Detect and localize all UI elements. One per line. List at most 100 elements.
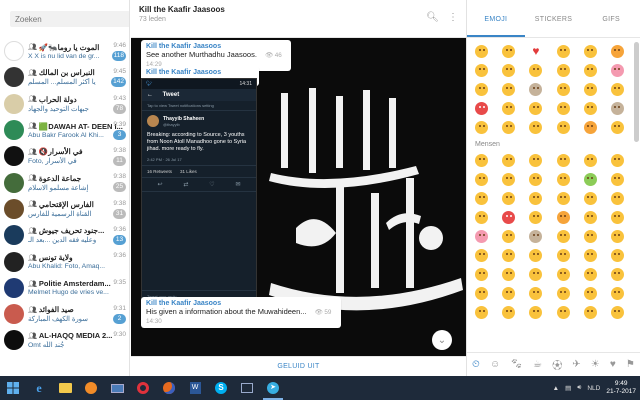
face-emoji-icon[interactable]: [556, 64, 570, 77]
face-emoji-icon[interactable]: [529, 230, 543, 243]
smiley-category-icon[interactable]: ☺︎: [490, 359, 500, 370]
tray-arrow-icon[interactable]: ▲: [553, 385, 559, 392]
face-emoji-icon[interactable]: [502, 192, 516, 205]
recent-icon[interactable]: ⏲︎: [472, 359, 480, 370]
face-emoji-icon[interactable]: [529, 211, 543, 224]
search-icon[interactable]: 🔍︎: [426, 12, 439, 23]
chat-list-item[interactable]: 👥︎ جماعة الدعوة إشاعة مسلمو الاسلام 9:38 25: [0, 169, 129, 195]
face-emoji-icon[interactable]: [475, 83, 488, 96]
opera-taskbar-icon[interactable]: [130, 376, 156, 400]
face-emoji-icon[interactable]: [529, 192, 543, 205]
face-emoji-icon[interactable]: [583, 211, 597, 224]
start-button[interactable]: [0, 376, 26, 400]
face-emoji-icon[interactable]: [610, 192, 624, 205]
face-emoji-icon[interactable]: [475, 230, 488, 243]
file-explorer-taskbar-icon[interactable]: [52, 376, 78, 400]
heart-emoji-icon[interactable]: ♥: [529, 45, 542, 58]
face-emoji-icon[interactable]: [556, 83, 570, 96]
face-emoji-icon[interactable]: [583, 64, 597, 77]
face-emoji-icon[interactable]: [475, 306, 488, 319]
chat-list-item[interactable]: 👥︎ دولة الحراب جبهات التوحيد والجهاد 9:43 78: [0, 91, 129, 117]
face-emoji-icon[interactable]: [556, 230, 570, 243]
face-emoji-icon[interactable]: [475, 268, 488, 281]
face-emoji-icon[interactable]: [529, 83, 543, 96]
volume-icon[interactable]: 🔊︎: [577, 384, 581, 392]
network-icon[interactable]: ▤: [565, 384, 571, 392]
chat-list-item[interactable]: 👥︎ جنود تحريف جيوش... وعليه فقه الدين ...ب…: [0, 222, 129, 248]
network-taskbar-icon[interactable]: [234, 376, 260, 400]
face-emoji-icon[interactable]: [610, 154, 624, 167]
face-emoji-icon[interactable]: [583, 306, 597, 319]
symbols-category-icon[interactable]: ♥︎: [610, 359, 616, 370]
scroll-down-button[interactable]: ⌄: [432, 330, 452, 350]
face-emoji-icon[interactable]: [583, 173, 597, 186]
face-emoji-icon[interactable]: [475, 45, 488, 58]
face-emoji-icon[interactable]: [529, 121, 543, 134]
face-emoji-icon[interactable]: [610, 102, 624, 115]
system-clock[interactable]: 9:49 21-7-2017: [606, 380, 636, 396]
face-emoji-icon[interactable]: [610, 83, 624, 96]
face-emoji-icon[interactable]: [529, 287, 543, 300]
face-emoji-icon[interactable]: [583, 45, 597, 58]
face-emoji-icon[interactable]: [502, 211, 516, 224]
message-bubble[interactable]: Kill the Kaafir Jaasoos His given a info…: [141, 297, 341, 328]
chat-list-item[interactable]: 👥︎ 🔇 في الأسرار Foto, في الأسرار 9:38 11: [0, 143, 129, 169]
tweet-screenshot-image[interactable]: 🐦︎ 14:31 ← Tweet Tap to view Tweet notif…: [141, 78, 257, 303]
chat-list-item[interactable]: 👥︎ Politie Amsterdam... Melmet Hugo de vri…: [0, 275, 129, 301]
face-emoji-icon[interactable]: [610, 268, 624, 281]
face-emoji-icon[interactable]: [583, 121, 597, 134]
message-sender[interactable]: Kill the Kaafir Jaasoos: [146, 43, 286, 50]
face-emoji-icon[interactable]: [529, 306, 543, 319]
face-emoji-icon[interactable]: [502, 102, 516, 115]
monitor-taskbar-icon[interactable]: [104, 376, 130, 400]
face-emoji-icon[interactable]: [475, 249, 488, 262]
face-emoji-icon[interactable]: [502, 287, 516, 300]
face-emoji-icon[interactable]: [475, 287, 488, 300]
animal-category-icon[interactable]: 🐾︎: [510, 359, 523, 370]
flags-category-icon[interactable]: ⚑︎: [626, 359, 635, 370]
chat-list-item[interactable]: 👥︎ 🚀🐜 الموت يا روما X X is nu lid van de gr…: [0, 38, 129, 64]
mute-button[interactable]: GELUID UIT: [277, 363, 319, 370]
keyboard-language[interactable]: NLD: [587, 385, 600, 392]
tab-stickers[interactable]: STICKERS: [525, 16, 583, 37]
face-emoji-icon[interactable]: [610, 173, 624, 186]
face-emoji-icon[interactable]: [583, 192, 597, 205]
face-emoji-icon[interactable]: [583, 249, 597, 262]
face-emoji-icon[interactable]: [583, 154, 597, 167]
chat-list-item[interactable]: 👥︎ ولاية تونس Abu Khalid: Foto, Amaq... 9:3…: [0, 248, 129, 274]
face-emoji-icon[interactable]: [475, 154, 488, 167]
tab-emoji[interactable]: EMOJI: [467, 16, 525, 37]
face-emoji-icon[interactable]: [502, 83, 516, 96]
face-emoji-icon[interactable]: [556, 45, 570, 58]
face-emoji-icon[interactable]: [610, 121, 624, 134]
face-emoji-icon[interactable]: [556, 121, 570, 134]
face-emoji-icon[interactable]: [475, 121, 488, 134]
face-emoji-icon[interactable]: [583, 102, 597, 115]
face-emoji-icon[interactable]: [556, 192, 570, 205]
face-emoji-icon[interactable]: [502, 268, 516, 281]
face-emoji-icon[interactable]: [583, 230, 597, 243]
face-emoji-icon[interactable]: [583, 287, 597, 300]
face-emoji-icon[interactable]: [556, 287, 570, 300]
message-sender[interactable]: Kill the Kaafir Jaasoos: [146, 300, 336, 307]
activity-category-icon[interactable]: ⚽︎: [552, 357, 562, 372]
face-emoji-icon[interactable]: [556, 173, 570, 186]
telegram-taskbar-icon[interactable]: ➤: [260, 376, 286, 400]
face-emoji-icon[interactable]: [583, 268, 597, 281]
face-emoji-icon[interactable]: [610, 211, 624, 224]
face-emoji-icon[interactable]: [502, 306, 516, 319]
face-emoji-icon[interactable]: [529, 173, 543, 186]
face-emoji-icon[interactable]: [529, 64, 543, 77]
face-emoji-icon[interactable]: [583, 83, 597, 96]
face-emoji-icon[interactable]: [610, 249, 624, 262]
face-emoji-icon[interactable]: [502, 64, 516, 77]
chat-list-item[interactable]: 👥︎ 🟩 DAWAH AT- DEEN I... Abu Bakr Farook Al…: [0, 117, 129, 143]
chat-list-item[interactable]: 👥︎ AL-HAQQ MEDIA 2... Omt جُند اللّه 9:30: [0, 327, 129, 353]
chat-list-item[interactable]: 👥︎ صيد الفوائد سورة الكهف المباركة 9:31 2: [0, 301, 129, 327]
face-emoji-icon[interactable]: [502, 230, 516, 243]
face-emoji-icon[interactable]: [475, 192, 488, 205]
face-emoji-icon[interactable]: [502, 249, 516, 262]
chat-list-item[interactable]: 👥︎ الفارس الإقتحامي القناة الرسمية للفارس 9…: [0, 196, 129, 222]
word-taskbar-icon[interactable]: W: [182, 376, 208, 400]
face-emoji-icon[interactable]: [475, 102, 488, 115]
